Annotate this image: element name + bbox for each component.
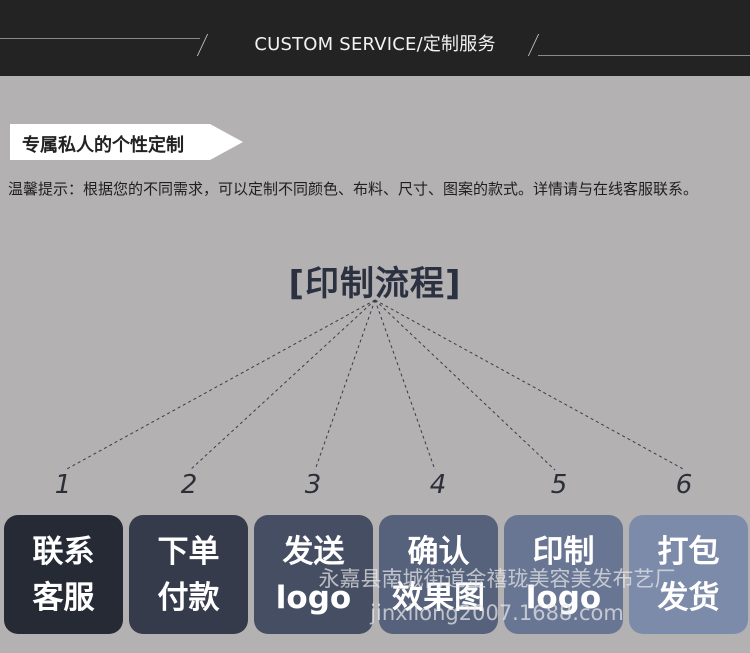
step-box-2: 下单 付款 [129, 515, 248, 634]
watermark-line-1: 永嘉县南城街道金禧珑美容美发布艺厂 [318, 567, 676, 591]
step-number-2: 2 [180, 470, 198, 500]
step-number-4: 4 [429, 470, 447, 500]
step-number-6: 6 [675, 470, 693, 500]
connector-line-4 [374, 299, 436, 471]
connector-line-3 [314, 299, 376, 471]
step-number-1: 1 [54, 470, 72, 500]
watermark-line-2: jinxilong2007.1688.com [370, 601, 624, 625]
connector-line-6 [374, 299, 686, 471]
step-label-1: 联系 客服 [32, 533, 95, 616]
connector-line-1 [64, 299, 376, 471]
step-number-5: 5 [550, 470, 568, 500]
connector-line-5 [374, 299, 556, 471]
watermark: 永嘉县南城街道金禧珑美容美发布艺厂 jinxilong2007.1688.com [262, 562, 732, 630]
step-label-2: 下单 付款 [157, 533, 220, 616]
step-box-1: 联系 客服 [4, 515, 123, 634]
step-number-3: 3 [304, 470, 322, 500]
connector-line-2 [189, 299, 376, 471]
